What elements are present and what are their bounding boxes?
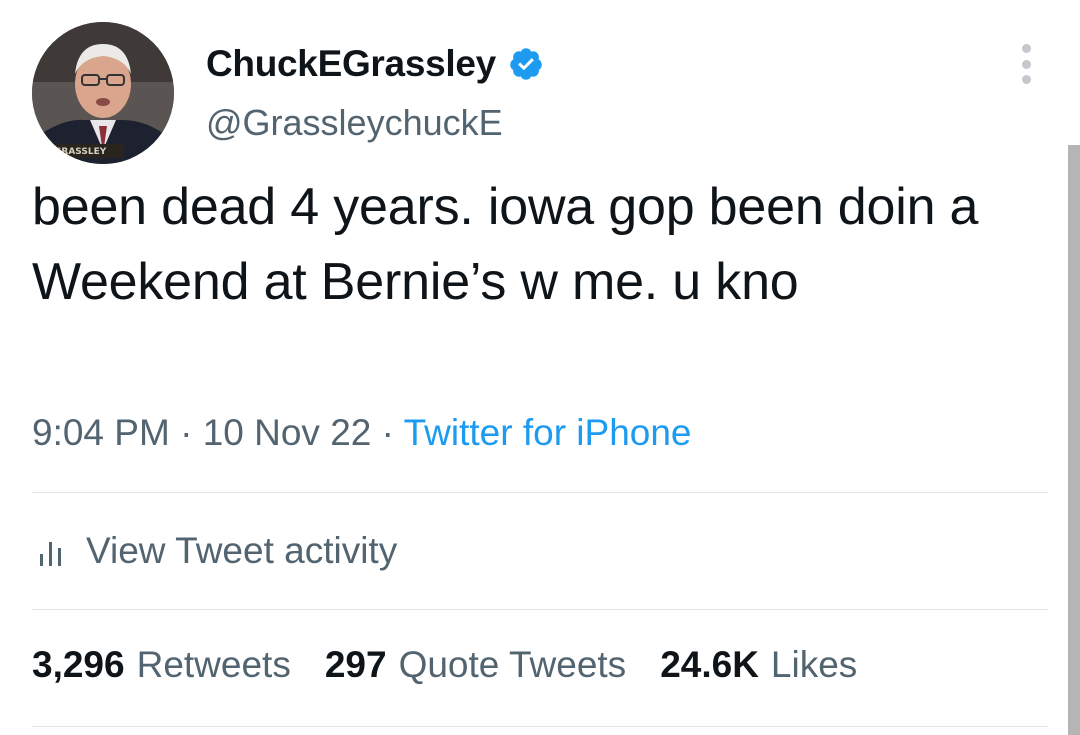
- verified-badge-icon: [510, 48, 542, 80]
- likes-stat[interactable]: 24.6K Likes: [660, 644, 857, 686]
- divider: [32, 609, 1048, 610]
- name-row: ChuckEGrassley: [206, 42, 544, 86]
- avatar[interactable]: GRASSLEY: [32, 22, 174, 164]
- retweets-label: Retweets: [136, 644, 291, 685]
- retweets-count: 3,296: [32, 644, 125, 685]
- user-handle[interactable]: @GrassleychuckE: [206, 102, 503, 144]
- quote-tweets-stat[interactable]: 297 Quote Tweets: [325, 644, 626, 686]
- quote-tweets-label: Quote Tweets: [398, 644, 627, 685]
- bar-chart-icon: [40, 542, 61, 566]
- quote-tweets-count: 297: [324, 644, 387, 685]
- tweet-text: been dead 4 years. iowa gop been doin a …: [32, 178, 979, 311]
- display-name[interactable]: ChuckEGrassley: [206, 43, 496, 85]
- divider: [32, 492, 1048, 493]
- tweet-time[interactable]: 9:04 PM: [32, 412, 170, 453]
- retweets-stat[interactable]: 3,296 Retweets: [32, 644, 291, 686]
- avatar-image: GRASSLEY: [32, 22, 174, 164]
- tweet-stats: 3,296 Retweets 297 Quote Tweets 24.6K Likes: [32, 644, 891, 686]
- divider: [32, 726, 1048, 727]
- more-dot: [1021, 44, 1031, 53]
- likes-label: Likes: [770, 644, 858, 685]
- view-tweet-activity-button[interactable]: View Tweet activity: [36, 528, 397, 574]
- meta-separator: ·: [381, 412, 394, 453]
- tweet-meta: 9:04 PM · 10 Nov 22 · Twitter for iPhone: [32, 412, 692, 454]
- activity-label: View Tweet activity: [86, 530, 398, 571]
- tweet-source-link[interactable]: Twitter for iPhone: [404, 412, 692, 453]
- scrollbar[interactable]: [1068, 145, 1080, 735]
- more-dot: [1021, 59, 1031, 69]
- meta-separator: ·: [180, 412, 193, 453]
- more-dot: [1021, 75, 1031, 84]
- more-vertical-icon[interactable]: [1012, 44, 1040, 84]
- tweet-date[interactable]: 10 Nov 22: [203, 412, 372, 453]
- likes-count: 24.6K: [660, 644, 759, 685]
- avatar-nameplate: GRASSLEY: [54, 147, 107, 157]
